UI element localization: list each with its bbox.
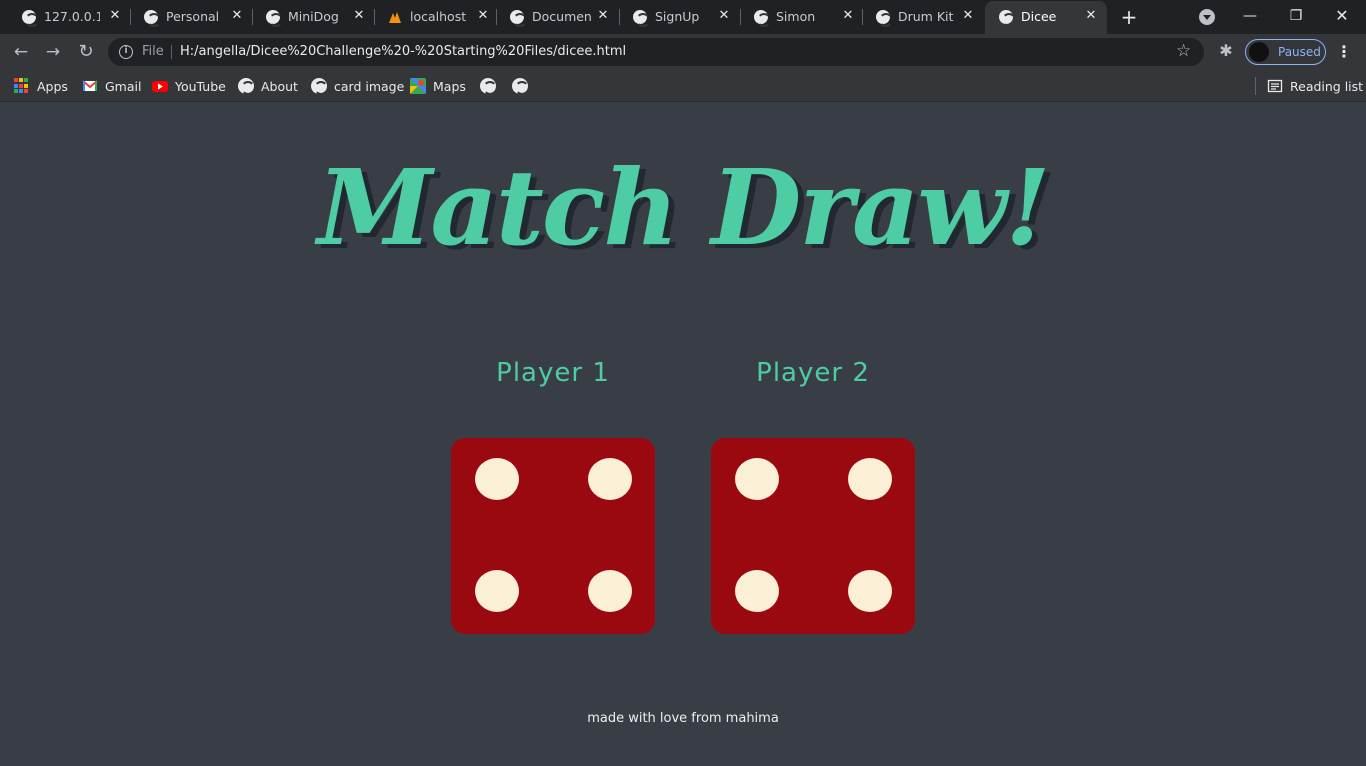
- die-pip: [735, 458, 779, 500]
- bookmark-card-image[interactable]: card image: [311, 77, 404, 95]
- close-icon[interactable]: ✕: [840, 8, 856, 24]
- bookmark-globe-1[interactable]: [480, 77, 503, 95]
- tab-title: localhost /: [410, 9, 466, 24]
- close-icon[interactable]: ✕: [107, 8, 123, 24]
- close-icon[interactable]: ✕: [475, 8, 491, 24]
- globe-icon: [510, 10, 527, 27]
- more-menu-icon[interactable]: ⋮: [1336, 41, 1352, 63]
- page-title: Match Draw!: [317, 146, 1050, 269]
- bookmark-label: card image: [334, 78, 405, 94]
- divider: [1255, 77, 1256, 95]
- die-pip: [848, 570, 892, 612]
- footer-credit: made with love from mahima: [587, 711, 779, 726]
- die-pip: [588, 570, 632, 612]
- tab-title: Dicee: [1021, 9, 1057, 24]
- reload-icon[interactable]: ↻: [75, 41, 97, 63]
- bookmark-globe-2[interactable]: [512, 77, 535, 95]
- forward-icon[interactable]: →: [42, 41, 64, 63]
- bookmark-maps[interactable]: Maps: [410, 77, 466, 95]
- phpmyadmin-icon: [388, 10, 402, 24]
- reading-list-label: Reading list: [1290, 78, 1364, 94]
- globe-icon: [311, 78, 328, 95]
- tab-title: Personal P: [166, 9, 222, 24]
- reading-list-icon: [1267, 78, 1283, 94]
- page-content: Match Draw! Player 1 Player 2 made with …: [0, 103, 1366, 766]
- bookmark-star-icon[interactable]: ☆: [1176, 41, 1191, 61]
- tab-personal[interactable]: Personal P ✕: [130, 0, 250, 34]
- profile-status-label: Paused: [1278, 45, 1321, 59]
- bookmark-label: YouTube: [175, 78, 226, 94]
- scheme-label: File: [142, 44, 164, 59]
- bookmarks-bar: Apps Gmail YouTube About card image Maps: [0, 70, 1366, 102]
- close-icon[interactable]: ✕: [716, 8, 732, 24]
- close-icon[interactable]: ✕: [229, 8, 245, 24]
- bookmark-label: Gmail: [105, 78, 142, 94]
- maps-icon: [410, 78, 426, 94]
- globe-icon: [876, 10, 893, 27]
- youtube-icon: [152, 78, 168, 94]
- bookmark-youtube[interactable]: YouTube: [152, 77, 226, 95]
- tab-title: Drum Kit: [898, 9, 954, 24]
- globe-icon: [512, 78, 529, 95]
- bookmark-about[interactable]: About: [238, 77, 298, 95]
- close-icon[interactable]: ✕: [351, 8, 367, 24]
- tab-signup[interactable]: SignUp ✕: [619, 0, 739, 34]
- player-1-label: Player 1: [496, 358, 610, 388]
- bookmark-apps[interactable]: Apps: [14, 77, 68, 95]
- tab-title: Document: [532, 9, 592, 24]
- bookmark-label: Maps: [433, 78, 466, 94]
- avatar: [1249, 42, 1269, 62]
- browser-toolbar: ← → ↻ i File H:/angella/Dicee%20Challeng…: [0, 34, 1366, 70]
- player-2-label: Player 2: [756, 358, 870, 388]
- globe-icon: [633, 10, 650, 27]
- divider: [171, 45, 172, 59]
- tab-localhost[interactable]: localhost / ✕: [374, 0, 494, 34]
- globe-icon: [266, 10, 283, 27]
- close-icon[interactable]: ✕: [1083, 8, 1099, 24]
- apps-grid-icon: [14, 78, 30, 94]
- player-2-die: [711, 438, 915, 634]
- tab-drum-kit[interactable]: Drum Kit ✕: [862, 0, 984, 34]
- close-icon[interactable]: ✕: [960, 8, 976, 24]
- url-text[interactable]: H:/angella/Dicee%20Challenge%20-%20Start…: [180, 44, 626, 59]
- bookmark-label: About: [261, 78, 298, 94]
- bookmark-label: Apps: [37, 78, 68, 94]
- die-pip: [588, 458, 632, 500]
- tab-127[interactable]: 127.0.0.1:5 ✕: [8, 0, 128, 34]
- tab-dicee[interactable]: Dicee ✕: [985, 1, 1107, 34]
- restore-button[interactable]: ❐: [1286, 6, 1306, 26]
- tab-title: SignUp: [655, 9, 700, 24]
- tab-title: MiniDog: [288, 9, 339, 24]
- tab-simon[interactable]: Simon ✕: [740, 0, 862, 34]
- profile-button[interactable]: Paused: [1245, 39, 1326, 65]
- globe-icon: [144, 10, 161, 27]
- globe-icon: [22, 10, 39, 27]
- die-pip: [475, 570, 519, 612]
- tab-document[interactable]: Document ✕: [496, 0, 618, 34]
- die-pip: [475, 458, 519, 500]
- new-tab-button[interactable]: +: [1118, 6, 1140, 28]
- globe-icon: [999, 10, 1016, 27]
- globe-icon: [480, 78, 497, 95]
- globe-icon: [754, 10, 771, 27]
- minimize-button[interactable]: —: [1240, 6, 1260, 26]
- player-1-die: [451, 438, 655, 634]
- info-icon[interactable]: i: [119, 45, 133, 59]
- reading-list-button[interactable]: Reading list: [1267, 77, 1363, 95]
- tab-search-icon[interactable]: [1199, 9, 1215, 25]
- tab-title: Simon: [776, 9, 816, 24]
- close-icon[interactable]: ✕: [595, 8, 611, 24]
- tab-title: 127.0.0.1:5: [44, 9, 100, 24]
- address-bar[interactable]: i File H:/angella/Dicee%20Challenge%20-%…: [108, 38, 1204, 66]
- extensions-icon[interactable]: ✱: [1216, 41, 1236, 61]
- tab-strip: 127.0.0.1:5 ✕ Personal P ✕ MiniDog ✕ loc…: [0, 0, 1366, 34]
- die-pip: [735, 570, 779, 612]
- gmail-icon: [82, 78, 98, 94]
- bookmark-gmail[interactable]: Gmail: [82, 77, 141, 95]
- back-icon[interactable]: ←: [10, 41, 32, 63]
- die-pip: [848, 458, 892, 500]
- close-window-button[interactable]: ✕: [1332, 6, 1352, 26]
- tab-minidog[interactable]: MiniDog ✕: [252, 0, 372, 34]
- globe-icon: [238, 78, 255, 95]
